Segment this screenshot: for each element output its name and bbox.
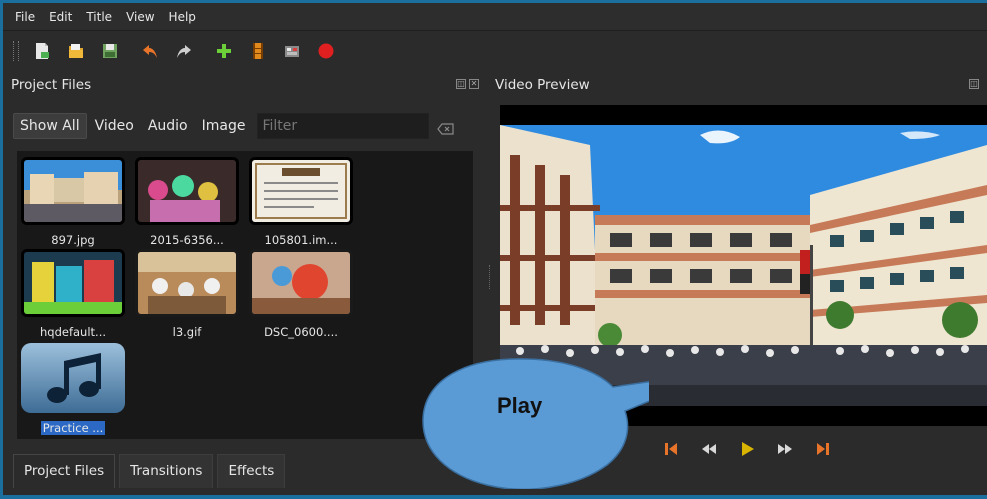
main-toolbar (3, 31, 987, 71)
bottom-tab-bar: Project Files Transitions Effects (13, 454, 289, 488)
menu-view[interactable]: View (126, 10, 154, 24)
file-item[interactable]: hqdefault... (19, 249, 127, 339)
close-icon[interactable]: ✕ (469, 79, 479, 89)
file-name: DSC_0600.... (264, 325, 338, 339)
file-thumbnail (21, 157, 125, 225)
file-item[interactable]: 105801.im... (247, 157, 355, 247)
file-thumbnail (249, 249, 353, 317)
file-name: hqdefault... (39, 325, 107, 339)
file-item[interactable]: 2015-6356... (133, 157, 241, 247)
toolbar-grip[interactable] (13, 41, 19, 61)
project-files-list: 897.jpg 2015-6356... 105801.im... hqdefa… (17, 151, 473, 439)
menu-help[interactable]: Help (169, 10, 196, 24)
menu-title[interactable]: Title (86, 10, 112, 24)
file-item[interactable]: DSC_0600.... (247, 249, 355, 339)
jump-end-icon[interactable] (813, 440, 833, 458)
tab-project-files[interactable]: Project Files (13, 454, 116, 488)
import-files-icon[interactable] (215, 42, 233, 60)
project-files-dock-buttons: ◫ ✕ (456, 79, 479, 89)
file-thumbnail (249, 157, 353, 225)
menu-bar: File Edit Title View Help (3, 3, 987, 31)
filter-show-all-button[interactable]: Show All (13, 113, 87, 139)
float-icon[interactable]: ◫ (456, 79, 466, 89)
file-name: Practice ... (40, 421, 106, 435)
tab-effects[interactable]: Effects (217, 454, 286, 488)
panel-splitter[interactable] (489, 265, 492, 289)
filter-bar: Show All Video Audio Image (13, 111, 475, 141)
file-thumbnail (21, 343, 125, 413)
save-project-icon[interactable] (101, 42, 119, 60)
file-name: l3.gif (172, 325, 202, 339)
filter-audio-button[interactable]: Audio (142, 114, 194, 138)
file-item[interactable]: Practice ... (19, 343, 127, 435)
fast-forward-icon[interactable] (775, 440, 795, 458)
profile-icon[interactable] (249, 42, 267, 60)
video-preview-dock-buttons: ◫ (969, 79, 979, 89)
fullscreen-icon[interactable] (283, 42, 301, 60)
video-preview-title: Video Preview (495, 77, 590, 93)
file-item[interactable]: l3.gif (133, 249, 241, 339)
clear-filter-icon[interactable] (437, 120, 455, 135)
project-files-title: Project Files (11, 77, 92, 93)
file-thumbnail (135, 157, 239, 225)
rewind-icon[interactable] (699, 440, 719, 458)
callout-label: Play (497, 393, 543, 418)
play-icon[interactable] (737, 440, 757, 458)
filter-image-button[interactable]: Image (196, 114, 252, 138)
filter-input[interactable] (257, 113, 430, 139)
new-project-icon[interactable] (33, 42, 51, 60)
jump-start-icon[interactable] (661, 440, 681, 458)
transport-controls (661, 440, 833, 458)
filter-video-button[interactable]: Video (89, 114, 140, 138)
play-callout: Play (417, 349, 649, 489)
redo-icon[interactable] (175, 42, 193, 60)
tab-transitions[interactable]: Transitions (119, 454, 214, 488)
float-icon[interactable]: ◫ (969, 79, 979, 89)
file-name: 897.jpg (51, 233, 95, 247)
open-project-icon[interactable] (67, 42, 85, 60)
file-thumbnail (135, 249, 239, 317)
menu-edit[interactable]: Edit (49, 10, 72, 24)
menu-file[interactable]: File (15, 10, 35, 24)
file-name: 2015-6356... (150, 233, 224, 247)
file-name: 105801.im... (264, 233, 338, 247)
file-thumbnail (21, 249, 125, 317)
undo-icon[interactable] (141, 42, 159, 60)
file-item[interactable]: 897.jpg (19, 157, 127, 247)
record-icon[interactable] (317, 42, 335, 60)
